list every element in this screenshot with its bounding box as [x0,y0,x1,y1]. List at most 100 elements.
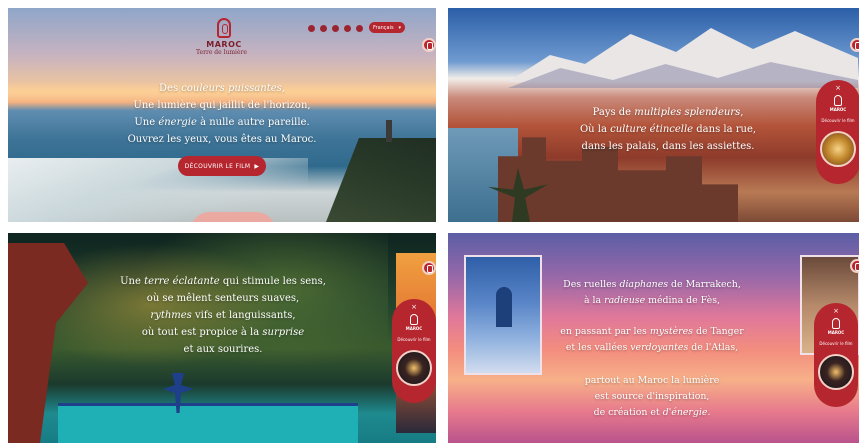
side-badge-icon[interactable] [850,259,859,273]
verse-line: et aux sourires. [118,341,328,358]
sky-verse-middle: en passant par les mystères de Tanger et … [552,324,752,356]
verse-text: en passant par les [560,326,650,337]
decorative-arc [190,212,276,222]
coastal-cliff [326,138,436,222]
instagram-icon[interactable] [308,25,315,32]
side-badge-icon[interactable] [422,261,436,275]
verse-text: de l'Atlas, [688,342,739,353]
play-arrow-icon: ▶ [254,162,260,170]
discover-film-label: DÉCOUVRIR LE FILM [184,162,251,170]
verse-emphasis: couleurs puissantes [181,83,282,94]
side-card-label: Découvrir le film [397,337,431,342]
verse-text: et les vallées [565,342,631,353]
verse-line: est source d'inspiration, [552,389,752,405]
pinterest-icon[interactable] [320,25,327,32]
blue-alley-photo [464,255,542,375]
language-value: Français [373,24,394,31]
garden-panel: Une terre éclatante qui stimule les sens… [8,233,436,443]
verse-line: en passant par les mystères de Tanger [552,324,752,340]
language-select[interactable]: Français ▾ [369,22,405,33]
verse-text: dans les palais, dans les assiettes. [581,141,755,152]
logo-tagline: Terre de lumière [196,49,247,56]
film-side-card[interactable]: × MAROC Découvrir le film [392,299,436,403]
verse-text: Une lumière qui jaillit de l'horizon, [133,100,311,111]
maroc-emblem-icon [410,314,418,325]
verse-text: vifs et languissants, [191,310,296,321]
social-links [308,25,363,32]
twitter-icon[interactable] [356,25,363,32]
mountains-panel: Pays de multiples splendeurs, Où la cultu… [448,8,859,222]
sky-verse-top: Des ruelles diaphanes de Marrakech, à la … [552,277,752,309]
verse-line: Ouvrez les yeux, vous êtes au Maroc. [122,131,322,148]
close-icon[interactable]: × [835,84,841,92]
verse-text: Pays de [592,107,635,118]
verse-emphasis: terre éclatante [144,276,220,287]
verse-text: qui stimule les sens, [219,276,326,287]
verse-text: . [707,407,711,418]
verse-line: partout au Maroc la lumière [552,373,752,389]
side-card-name: MAROC [829,107,847,112]
verse-text: médina de Fès, [645,295,721,306]
hero-verse: Des couleurs puissantes, Une lumière qui … [122,80,322,148]
maroc-emblem-icon [217,18,231,38]
verse-text: partout au Maroc la lumière [584,375,720,386]
verse-text: Une [134,117,159,128]
discover-film-button[interactable]: DÉCOUVRIR LE FILM ▶ [178,156,266,176]
verse-text: , [281,83,285,94]
maroc-emblem-icon [832,318,840,329]
side-card-label: Découvrir le film [821,118,855,123]
film-thumbnail[interactable] [818,354,854,390]
verse-text: de Marrakech, [668,279,741,290]
verse-text: , [740,107,744,118]
close-icon[interactable]: × [833,307,839,315]
verse-line: Une terre éclatante qui stimule les sens… [118,273,328,290]
verse-text: où se mêlent senteurs suaves, [146,293,300,304]
verse-text: à nulle autre pareille. [196,117,310,128]
verse-emphasis: verdoyantes [630,342,689,353]
verse-emphasis: mystères [649,326,693,337]
verse-text: Ouvrez les yeux, vous êtes au Maroc. [127,134,317,145]
film-side-card[interactable]: × MAROC Découvrir le film [814,303,858,407]
verse-emphasis: rythmes [150,310,192,321]
verse-line: Une lumière qui jaillit de l'horizon, [122,97,322,114]
verse-emphasis: diaphanes [619,279,669,290]
mountains-verse: Pays de multiples splendeurs, Où la cultu… [558,104,778,155]
verse-emphasis: culture étincelle [610,124,694,135]
film-thumbnail[interactable] [396,350,432,386]
maroc-emblem-icon [834,95,842,106]
verse-text: et aux sourires. [183,344,263,355]
verse-text: à la [583,295,605,306]
verse-text: où tout est propice à la [141,327,263,338]
film-thumbnail[interactable] [820,131,856,167]
hero-panel-sunset: MAROC Terre de lumière Français ▾ Des co… [8,8,436,222]
verse-text: de création et [593,407,663,418]
verse-emphasis: d'énergie [662,407,708,418]
verse-line: à la radieuse médina de Fès, [552,293,752,309]
verse-emphasis: énergie [158,117,197,128]
youtube-icon[interactable] [344,25,351,32]
verse-line: de création et d'énergie. [552,405,752,421]
garden-verse: Une terre éclatante qui stimule les sens… [118,273,328,358]
side-badge-icon[interactable] [422,38,436,52]
chevron-down-icon: ▾ [398,24,401,31]
verse-line: Où la culture étincelle dans la rue, [558,121,778,138]
side-card-name: MAROC [827,330,845,335]
verse-line: Des ruelles diaphanes de Marrakech, [552,277,752,293]
film-side-card[interactable]: × MAROC Découvrir le film [816,80,859,184]
verse-line: et les vallées verdoyantes de l'Atlas, [552,340,752,356]
sky-panel: Des ruelles diaphanes de Marrakech, à la … [448,233,859,443]
facebook-icon[interactable] [332,25,339,32]
verse-line: dans les palais, dans les assiettes. [558,138,778,155]
site-logo[interactable]: MAROC Terre de lumière [196,18,247,56]
close-icon[interactable]: × [411,303,417,311]
verse-text: Où la [579,124,611,135]
verse-text: Une [120,276,145,287]
verse-text: dans la rue, [693,124,757,135]
verse-emphasis: radieuse [604,295,646,306]
verse-emphasis: multiples splendeurs [634,107,741,118]
verse-text: Des [159,83,182,94]
verse-line: rythmes vifs et languissants, [118,307,328,324]
verse-line: Une énergie à nulle autre pareille. [122,114,322,131]
side-card-name: MAROC [405,326,423,331]
side-badge-icon[interactable] [850,38,859,52]
